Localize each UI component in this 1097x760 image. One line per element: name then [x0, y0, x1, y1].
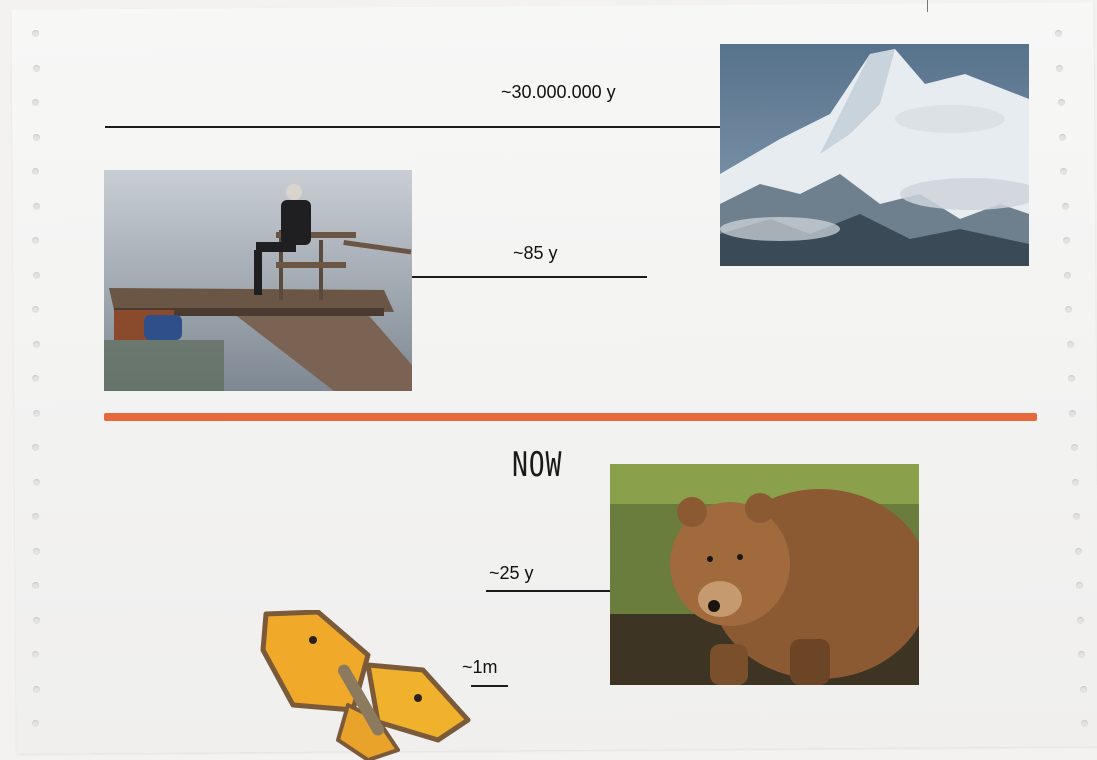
- perforation-hole: [1069, 409, 1076, 417]
- perforation-hole: [1071, 444, 1078, 451]
- perforation-hole: [32, 375, 39, 382]
- perforation-hole: [1063, 237, 1070, 244]
- perforation-hole: [32, 237, 39, 244]
- man-timeline-line: [412, 276, 647, 278]
- perforation-hole: [1062, 202, 1069, 210]
- perforation-hole: [1055, 30, 1062, 37]
- mountain-photo: [720, 44, 1029, 266]
- butterfly-age-label: ~1m: [462, 657, 498, 677]
- perforation-hole: [1073, 513, 1080, 520]
- perforation-hole: [33, 133, 40, 141]
- perforation-hole: [33, 64, 40, 72]
- perforation-hole: [1056, 64, 1063, 72]
- perforation-hole: [1075, 547, 1082, 555]
- perforation-hole: [1080, 685, 1087, 693]
- mountain-timeline-line: [105, 126, 720, 128]
- perforation-hole: [33, 271, 40, 279]
- perforation-hole: [33, 685, 40, 693]
- perforation-hole: [33, 202, 40, 210]
- perforation-hole: [1076, 582, 1083, 589]
- perforation-hole: [33, 616, 40, 624]
- perforation-hole: [32, 444, 39, 451]
- old-man-on-dock-photo: [104, 170, 412, 391]
- perforation-hole: [1059, 133, 1066, 141]
- butterfly-timeline-line: [471, 685, 508, 687]
- bear-photo: [610, 464, 919, 685]
- perforation-hole: [32, 582, 39, 589]
- perforation-hole: [32, 306, 39, 313]
- perforation-hole: [33, 409, 40, 417]
- perforation-hole: [1081, 720, 1088, 727]
- butterfly-image: [258, 610, 473, 760]
- perforation-hole: [33, 478, 40, 486]
- bear-timeline-line: [486, 590, 610, 592]
- now-label: NOW: [512, 445, 563, 485]
- man-age-label: ~85 y: [513, 243, 558, 263]
- perforation-hole: [33, 340, 40, 348]
- perforation-hole: [32, 651, 39, 658]
- mountain-age-label: ~30.000.000 y: [501, 82, 616, 102]
- perforation-hole: [32, 513, 39, 520]
- perforation-hole: [1064, 271, 1071, 279]
- perforation-hole: [32, 720, 39, 727]
- perforation-hole: [32, 168, 39, 175]
- perforation-hole: [1058, 99, 1065, 106]
- perforation-hole: [32, 30, 39, 37]
- perforation-hole: [32, 99, 39, 106]
- perforation-hole: [1067, 340, 1074, 348]
- perforation-hole: [1072, 478, 1079, 486]
- perforation-hole: [1060, 168, 1067, 175]
- now-divider: [104, 413, 1037, 421]
- perforation-hole: [1077, 616, 1084, 624]
- perforation-hole: [33, 547, 40, 555]
- perforation-hole: [1078, 651, 1085, 658]
- bear-age-label: ~25 y: [489, 563, 534, 583]
- perforation-hole: [1068, 375, 1075, 382]
- top-tick-mark: [927, 0, 928, 12]
- perforation-hole: [1065, 306, 1072, 313]
